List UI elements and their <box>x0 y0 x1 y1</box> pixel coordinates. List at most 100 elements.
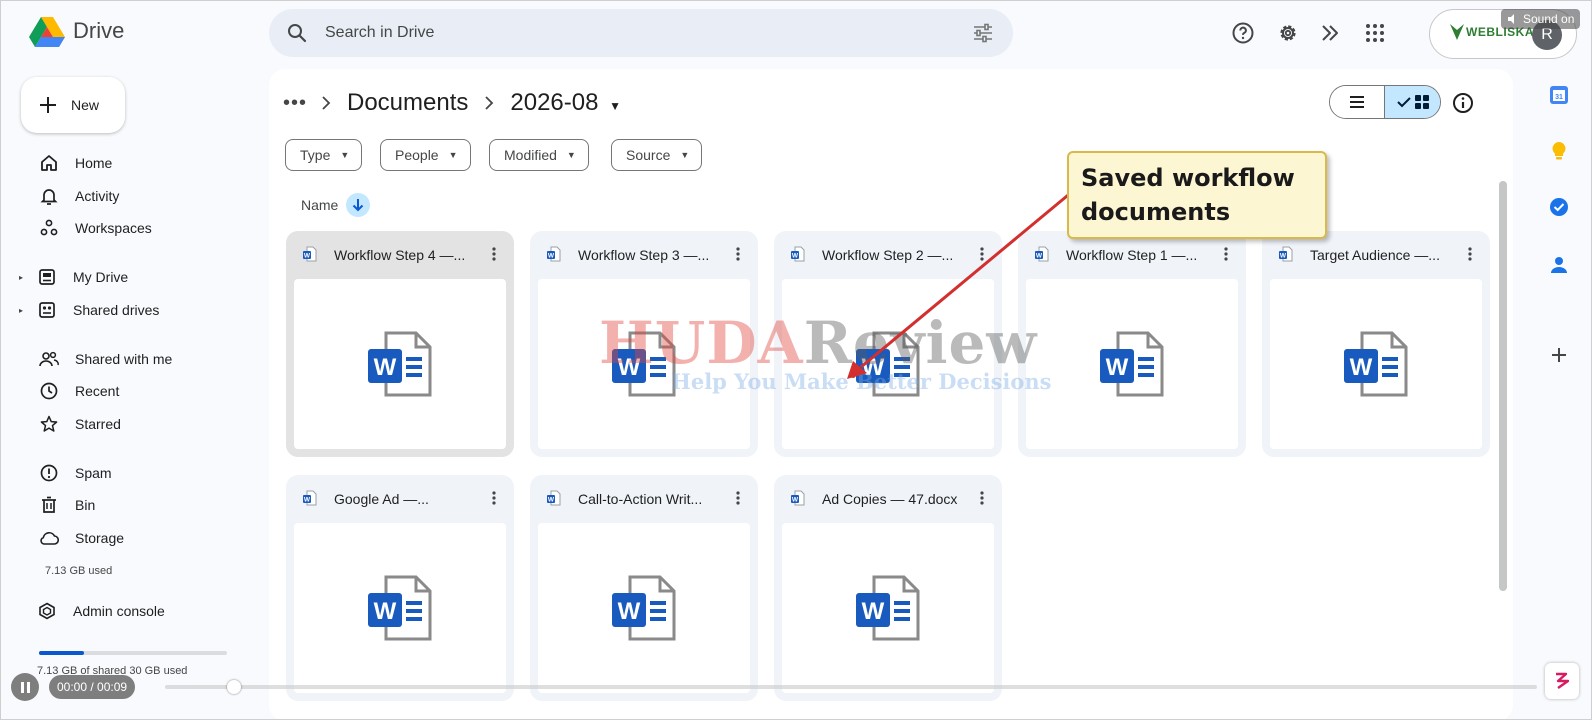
info-icon[interactable] <box>1451 91 1475 115</box>
word-doc-icon: W <box>1344 331 1408 397</box>
sidebar-item-bin[interactable]: Bin <box>19 489 249 521</box>
more-vert-icon[interactable] <box>728 488 748 508</box>
contacts-icon[interactable] <box>1549 255 1569 275</box>
sidebar-item-shared-with-me[interactable]: Shared with me <box>19 343 249 375</box>
sidebar-item-label: Storage <box>75 530 125 546</box>
sidebar-item-admin-console[interactable]: Admin console <box>19 595 249 627</box>
video-scrubber[interactable] <box>227 680 241 694</box>
sidebar-item-label: Starred <box>75 416 121 432</box>
tasks-icon[interactable] <box>1549 197 1569 217</box>
search-icon[interactable] <box>285 21 309 45</box>
sidebar-item-recent[interactable]: Recent <box>19 375 249 407</box>
sidebar-item-my-drive[interactable]: ▸ My Drive <box>19 261 249 293</box>
file-thumbnail[interactable]: W <box>782 523 994 693</box>
file-card[interactable]: W Workflow Step 1 —... W <box>1018 231 1246 457</box>
svg-text:W: W <box>304 496 311 503</box>
svg-text:31: 31 <box>1555 94 1563 101</box>
more-horizontal-icon[interactable]: ••• <box>283 92 311 115</box>
svg-text:W: W <box>1036 252 1043 259</box>
file-card[interactable]: W Workflow Step 2 —... W <box>774 231 1002 457</box>
file-title: Workflow Step 2 —... <box>822 247 954 263</box>
more-vert-icon[interactable] <box>728 244 748 264</box>
file-card[interactable]: W Call-to-Action Writ... W <box>530 475 758 701</box>
apps-grid-icon[interactable] <box>1363 21 1387 45</box>
search-options-icon[interactable] <box>971 21 995 45</box>
expand-arrow-icon[interactable]: ▸ <box>19 306 29 315</box>
breadcrumb-current[interactable]: 2026-08 ▼ <box>504 89 627 117</box>
file-card[interactable]: W Workflow Step 3 —... W <box>530 231 758 457</box>
pause-button[interactable] <box>11 673 39 701</box>
sidebar-item-label: Workspaces <box>75 220 152 236</box>
svg-text:W: W <box>792 496 799 503</box>
more-vert-icon[interactable] <box>1216 244 1236 264</box>
search-bar[interactable] <box>269 9 1013 57</box>
calendar-icon[interactable]: 31 <box>1549 85 1569 105</box>
filter-chip-people[interactable]: People ▼ <box>380 139 471 171</box>
svg-text:W: W <box>618 598 641 625</box>
my-drive-icon <box>39 269 55 285</box>
file-thumbnail[interactable]: W <box>538 279 750 449</box>
grid-view-button[interactable] <box>1384 86 1440 118</box>
search-input[interactable] <box>325 21 925 45</box>
video-progress-track[interactable] <box>165 685 1537 689</box>
layout-toggle[interactable] <box>1329 85 1441 119</box>
sidebar-item-label: Recent <box>75 383 120 399</box>
file-thumbnail[interactable]: W <box>1026 279 1238 449</box>
file-card[interactable]: W Google Ad —... W <box>286 475 514 701</box>
keep-icon[interactable] <box>1549 141 1569 161</box>
more-vert-icon[interactable] <box>484 244 504 264</box>
svg-text:W: W <box>792 252 799 259</box>
file-thumbnail[interactable]: W <box>294 523 506 693</box>
add-addon-icon[interactable] <box>1549 345 1569 365</box>
sound-on-badge[interactable]: Sound on <box>1501 9 1581 29</box>
more-vert-icon[interactable] <box>484 488 504 508</box>
expand-arrow-icon[interactable]: ▸ <box>19 273 29 282</box>
sidebar-item-storage[interactable]: Storage <box>19 522 249 554</box>
filter-chip-modified[interactable]: Modified ▼ <box>489 139 589 171</box>
word-doc-icon: W <box>368 331 432 397</box>
more-vert-icon[interactable] <box>972 244 992 264</box>
breadcrumb-item[interactable]: Documents <box>341 89 474 117</box>
sidebar-item-home[interactable]: Home <box>19 147 249 179</box>
sidebar-item-spam[interactable]: Spam <box>19 457 249 489</box>
clock-icon <box>40 382 58 400</box>
filter-chip-source[interactable]: Source ▼ <box>611 139 703 171</box>
people-icon <box>39 351 59 367</box>
word-doc-icon: W <box>368 575 432 641</box>
file-thumbnail[interactable]: W <box>294 279 506 449</box>
caret-down-icon: ▼ <box>566 150 576 160</box>
more-vert-icon[interactable] <box>972 488 992 508</box>
sidebar-item-starred[interactable]: Starred <box>19 408 249 440</box>
gemini-sparkle-icon[interactable] <box>1319 21 1343 45</box>
sidebar-item-activity[interactable]: Activity <box>19 180 249 212</box>
file-title: Call-to-Action Writ... <box>578 491 703 507</box>
sidebar-item-shared-drives[interactable]: ▸ Shared drives <box>19 294 249 326</box>
file-card[interactable]: W Target Audience —... W <box>1262 231 1490 457</box>
sidebar-item-workspaces[interactable]: Workspaces <box>19 212 249 244</box>
more-vert-icon[interactable] <box>1460 244 1480 264</box>
svg-text:W: W <box>618 354 641 381</box>
sort-direction-button[interactable] <box>346 193 371 217</box>
arrow-down-icon <box>353 199 364 212</box>
file-card[interactable]: W Ad Copies — 47.docx W <box>774 475 1002 701</box>
svg-text:W: W <box>304 252 311 259</box>
sort-control[interactable]: Name <box>301 193 371 217</box>
scrollbar[interactable] <box>1499 181 1507 591</box>
word-doc-small-icon: W <box>547 246 561 262</box>
word-doc-icon: W <box>612 575 676 641</box>
new-button[interactable]: New <box>21 77 125 133</box>
sidebar-item-label: Shared drives <box>73 302 160 318</box>
file-thumbnail[interactable]: W <box>782 279 994 449</box>
top-bar: Drive Search in Drive WEBLISKA R Sound o… <box>1 1 1591 65</box>
file-thumbnail[interactable]: W <box>1270 279 1482 449</box>
file-card[interactable]: W Workflow Step 4 —... W <box>286 231 514 457</box>
player-logo[interactable] <box>1545 663 1579 699</box>
list-view-button[interactable] <box>1330 86 1384 118</box>
file-title: Google Ad —... <box>334 491 429 507</box>
file-thumbnail[interactable]: W <box>538 523 750 693</box>
settings-gear-icon[interactable] <box>1276 21 1300 45</box>
filter-chip-type[interactable]: Type ▼ <box>285 139 363 171</box>
drive-logo[interactable]: Drive <box>29 15 124 47</box>
sidebar-item-label: Admin console <box>73 603 165 619</box>
help-icon[interactable] <box>1231 21 1255 45</box>
